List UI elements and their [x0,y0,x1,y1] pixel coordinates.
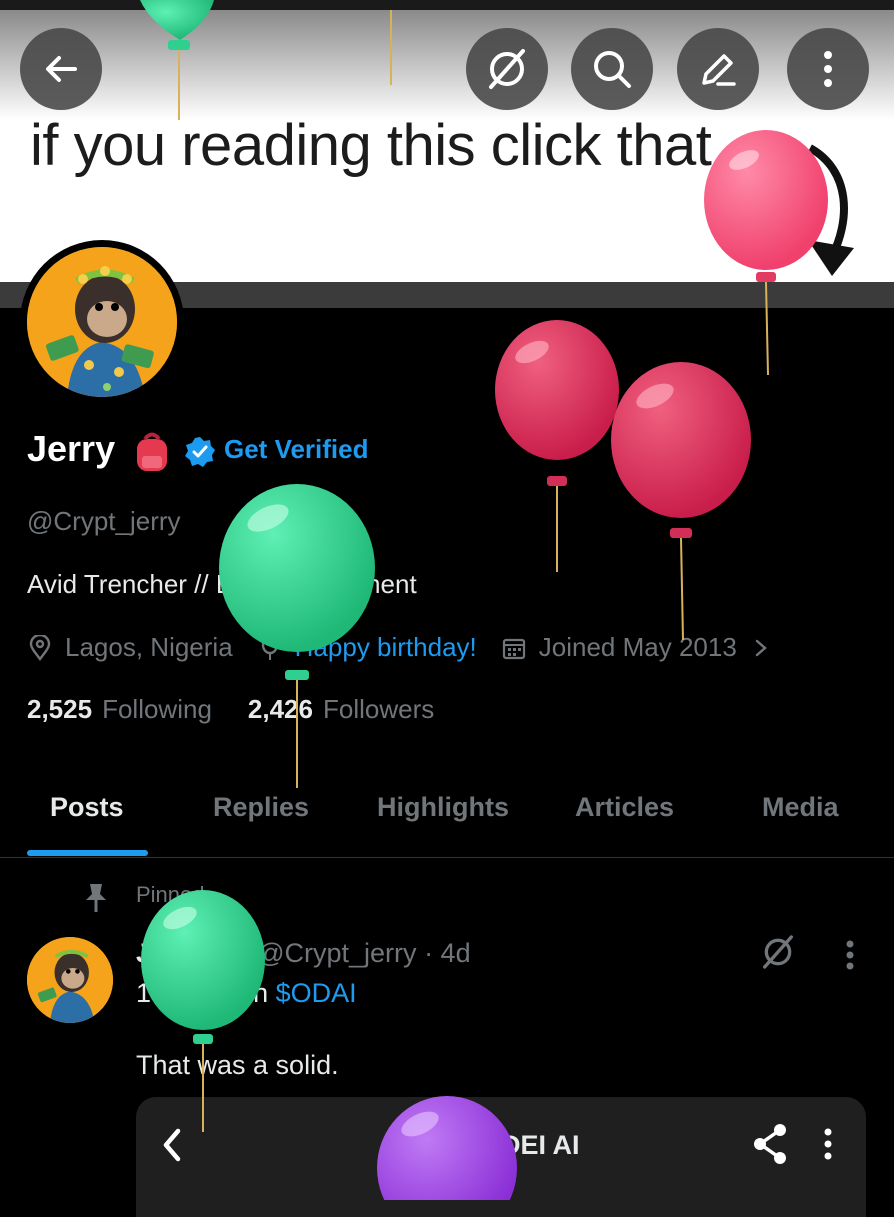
banner-shade [0,10,894,120]
edit-icon [702,54,736,86]
grok-icon[interactable] [758,932,798,972]
post-more-icon[interactable] [840,938,860,972]
joined-text: Joined May 2013 [538,632,737,662]
backpack-emoji-icon [137,432,167,471]
avatar[interactable] [27,247,177,397]
tab-posts[interactable]: Posts [50,792,124,823]
following-count: 2,525 [27,694,93,724]
grok-button[interactable] [466,28,548,110]
calendar-icon [502,638,525,659]
followers-count: 2,426 [247,694,313,724]
share-icon[interactable] [750,1122,790,1166]
pinned-label: Pinned [136,882,205,907]
cashtag-link[interactable]: $ODAI [276,978,357,1008]
following-stat[interactable]: 2,525 Following [27,694,212,725]
profile-name-text: Jerry [27,428,116,469]
post-author[interactable]: Jerry [136,938,202,968]
chevron-right-icon[interactable] [751,635,771,661]
grok-icon [489,49,525,89]
joined-item: Joined May 2013 [501,632,783,663]
tab-highlights[interactable]: Highlights [377,792,509,823]
followers-stat[interactable]: 2,426 Followers [248,694,434,725]
tab-articles[interactable]: Articles [575,792,674,823]
active-tab-indicator [27,850,148,856]
post-header: Jerry @Crypt_jerry · 4d [136,938,471,969]
card-app-icon [430,1128,470,1168]
location-pin-icon [29,634,51,661]
post-text-prefix: 100x hit on [136,978,276,1008]
profile-banner[interactable]: if you reading this click that [0,0,894,282]
search-icon [594,51,631,88]
back-button[interactable] [20,28,102,110]
followers-label: Followers [322,694,435,724]
more-vertical-icon [824,51,832,87]
post-time: · 4d [424,938,471,968]
location-text: Lagos, Nigeria [65,632,233,662]
search-button[interactable] [571,28,653,110]
arrow-left-icon [46,56,77,82]
verified-badge-icon [185,437,215,467]
post-text-line2: That was a solid. [136,1050,339,1080]
card-title: ODEI AI [480,1130,580,1160]
tab-media[interactable]: Media [762,792,839,823]
get-verified-link[interactable]: Get Verified [224,434,369,465]
status-bar [0,0,894,10]
balloon-red-left [495,320,619,572]
ape-avatar-image [27,247,177,397]
post-avatar[interactable] [27,937,113,1023]
tab-replies[interactable]: Replies [213,792,309,823]
more-options-button[interactable] [787,28,869,110]
profile-name: Jerry [27,428,115,470]
birthday-text[interactable]: Happy birthday! [295,632,477,663]
chevron-left-icon[interactable] [156,1125,190,1165]
balloon-green-post [141,890,265,1132]
tabs-divider [0,857,894,858]
post-text: 100x hit on $ODAI [136,978,357,1009]
profile-handle: @Crypt_jerry [27,506,181,536]
edit-button[interactable] [677,28,759,110]
birthday-item[interactable]: Happy birthday! [257,632,477,663]
post-handle[interactable]: @Crypt_jerry [257,938,416,968]
ape-avatar-image [27,937,113,1023]
follow-stats: 2,525 Following 2,426 Followers [27,694,470,725]
profile-bio: Avid Trencher // Defi // investment [27,569,417,599]
curved-arrow-icon [807,144,854,276]
card-more-icon[interactable] [818,1126,838,1162]
profile-tabs: Posts Replies Highlights Articles Media [0,776,894,858]
location-item: Lagos, Nigeria [27,632,233,663]
backpack-emoji-icon [215,941,244,965]
balloon-red-right [611,362,751,641]
pin-icon [86,884,106,912]
banner-text: if you reading this click that [30,113,712,178]
following-label: Following [102,694,212,724]
balloon-icon [261,635,278,660]
profile-meta: Lagos, Nigeria Happy birthday! Joined Ma… [27,632,807,663]
